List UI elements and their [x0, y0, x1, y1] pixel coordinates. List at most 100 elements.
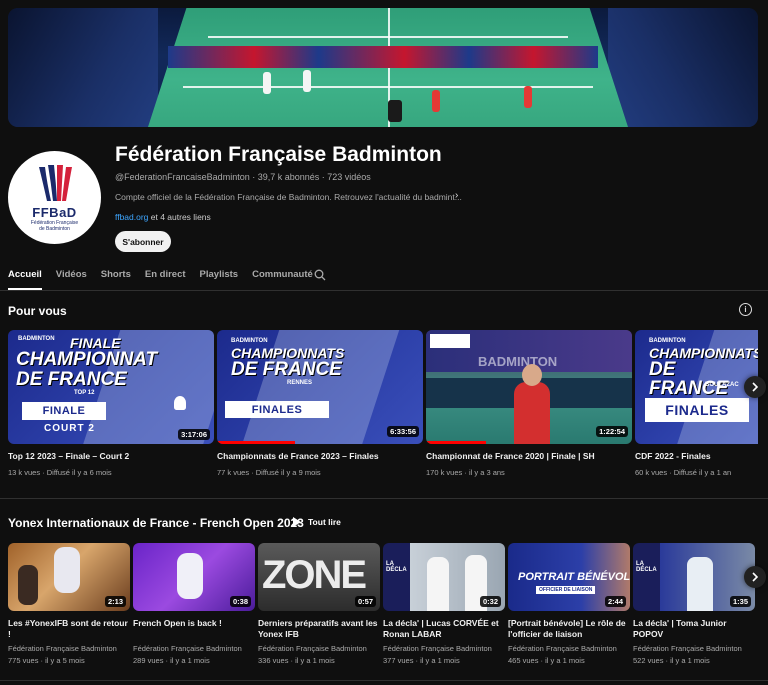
video-title[interactable]: Championnats de France 2023 – Finales [217, 451, 423, 462]
video-stats: 60 k vues · Diffusé il y a 1 an [635, 468, 732, 477]
video-card[interactable]: ZONE 0:57 Derniers préparatifs avant les… [258, 543, 380, 665]
video-thumbnail[interactable]: BADMINTON 1:22:54 [426, 330, 632, 444]
video-thumbnail[interactable]: ZONE 0:57 [258, 543, 380, 611]
thumb-text: LA DÉCLA [636, 561, 657, 573]
video-stats: 377 vues · il y a 1 mois [383, 656, 460, 665]
ffbad-logo-icon [38, 165, 72, 201]
video-title[interactable]: La décla' | Lucas CORVÉE et Ronan LABAR [383, 618, 505, 640]
channel-tabs: Accueil Vidéos Shorts En direct Playlist… [8, 268, 327, 290]
info-icon[interactable]: i [739, 303, 752, 316]
chevron-right-icon[interactable]: › [455, 190, 458, 201]
section-divider [0, 498, 768, 499]
video-duration: 2:44 [604, 596, 626, 607]
video-card[interactable]: BADMINTON CHAMPIONNATS DE FRANCE RENNES … [217, 330, 423, 477]
video-card[interactable]: PORTRAIT BÉNÉVOLE OFFICIER DE LIAISON 2:… [508, 543, 630, 665]
thumb-subtext: COURT 2 [44, 423, 95, 434]
section-divider [0, 680, 768, 681]
channel-link-main[interactable]: ffbad.org [115, 212, 148, 222]
video-title[interactable]: Les #YonexIFB sont de retour ! [8, 618, 130, 640]
thumb-subtext: OFFICIER DE LIAISON [536, 586, 596, 594]
video-channel[interactable]: Fédération Française Badminton [133, 644, 255, 653]
channel-avatar[interactable]: FFBaD Fédération Française de Badminton [8, 151, 101, 244]
thumb-brand: BADMINTON [478, 354, 558, 369]
banner-player [303, 70, 311, 92]
video-stats: 77 k vues · Diffusé il y a 9 mois [217, 468, 321, 477]
video-title[interactable]: CDF 2022 - Finales [635, 451, 758, 462]
video-duration: 6:33:56 [387, 426, 419, 437]
channel-banner [8, 8, 758, 127]
video-thumbnail[interactable]: BADMINTON FINALE CHAMPIONNAT DE FRANCE T… [8, 330, 214, 444]
thumb-player [514, 382, 550, 444]
video-channel[interactable]: Fédération Française Badminton [508, 644, 630, 653]
video-title[interactable]: French Open is back ! [133, 618, 255, 640]
shuttlecock-icon [174, 396, 186, 410]
thumb-text: PORTRAIT BÉNÉVOLE [518, 571, 630, 583]
thumb-mascot [177, 553, 203, 599]
tabs-divider [0, 290, 768, 291]
play-all-button[interactable]: Tout lire [293, 517, 341, 527]
video-card[interactable]: BADMINTON CHAMPIONNATS DE FRANCE BOULAZA… [635, 330, 758, 477]
banner-stand-left [8, 8, 158, 127]
video-title[interactable]: Top 12 2023 – Finale – Court 2 [8, 451, 214, 462]
chevron-right-icon [752, 572, 759, 582]
thumb-person [18, 565, 38, 605]
thumb-label-box: FINALES [225, 401, 329, 418]
section-title-pour-vous: Pour vous [8, 304, 67, 318]
banner-player [524, 86, 532, 108]
thumb-player-head [522, 364, 542, 386]
video-channel[interactable]: Fédération Française Badminton [633, 644, 755, 653]
tab-shorts[interactable]: Shorts [101, 268, 131, 290]
video-thumbnail[interactable]: LA DÉCLA 1:35 [633, 543, 755, 611]
tab-accueil[interactable]: Accueil [8, 268, 42, 290]
carousel-next-button[interactable] [744, 566, 766, 588]
video-card[interactable]: LA DÉCLA 1:35 La décla' | Toma Junior PO… [633, 543, 755, 665]
tab-en-direct[interactable]: En direct [145, 268, 186, 290]
play-icon [293, 517, 301, 527]
channel-description[interactable]: Compte officiel de la Fédération Françai… [115, 192, 462, 202]
video-card[interactable]: BADMINTON FINALE CHAMPIONNAT DE FRANCE T… [8, 330, 214, 477]
chevron-right-icon [752, 382, 759, 392]
video-channel[interactable]: Fédération Française Badminton [383, 644, 505, 653]
banner-ad-board [168, 46, 598, 68]
tab-playlists[interactable]: Playlists [200, 268, 239, 290]
channel-links[interactable]: ffbad.org et 4 autres liens [115, 212, 211, 222]
video-thumbnail[interactable]: LA DÉCLA 0:32 [383, 543, 505, 611]
carousel-next-button[interactable] [744, 376, 766, 398]
video-title[interactable]: Derniers préparatifs avant les Yonex IFB [258, 618, 380, 640]
video-thumbnail[interactable]: BADMINTON CHAMPIONNATS DE FRANCE RENNES … [217, 330, 423, 444]
subscribe-button[interactable]: S'abonner [115, 231, 171, 252]
video-thumbnail[interactable]: BADMINTON CHAMPIONNATS DE FRANCE BOULAZA… [635, 330, 758, 444]
watch-progress-bar [426, 441, 486, 444]
video-duration: 0:38 [229, 596, 251, 607]
video-title[interactable]: La décla' | Toma Junior POPOV [633, 618, 755, 640]
section-title-playlist[interactable]: Yonex Internationaux de France - French … [8, 516, 304, 530]
banner-player [263, 72, 271, 94]
video-card[interactable]: 0:38 French Open is back ! Fédération Fr… [133, 543, 255, 665]
thumb-player [427, 557, 449, 611]
video-title[interactable]: Championnat de France 2020 | Finale | SH [426, 451, 632, 462]
video-card[interactable]: BADMINTON 1:22:54 Championnat de France … [426, 330, 632, 477]
tab-communaute[interactable]: Communauté [252, 268, 313, 290]
video-duration: 2:13 [104, 596, 126, 607]
thumb-label-box: FINALES [645, 398, 749, 422]
video-thumbnail[interactable]: 2:13 [8, 543, 130, 611]
video-title[interactable]: [Portrait bénévole] Le rôle de l'officie… [508, 618, 630, 640]
video-duration: 3:17:06 [178, 429, 210, 440]
thumb-text: LA DÉCLA [386, 561, 407, 573]
video-channel[interactable]: Fédération Française Badminton [8, 644, 130, 653]
thumb-text: DE FRANCE [231, 359, 342, 380]
video-stats: 522 vues · il y a 1 mois [633, 656, 710, 665]
search-icon[interactable] [314, 269, 326, 281]
channel-title: Fédération Française Badminton [115, 143, 442, 166]
tab-videos[interactable]: Vidéos [56, 268, 87, 290]
video-card[interactable]: LA DÉCLA 0:32 La décla' | Lucas CORVÉE e… [383, 543, 505, 665]
video-thumbnail[interactable]: 0:38 [133, 543, 255, 611]
scoreboard [430, 334, 470, 348]
channel-link-more[interactable]: et 4 autres liens [148, 212, 211, 222]
video-stats: 289 vues · il y a 1 mois [133, 656, 210, 665]
video-duration: 0:57 [354, 596, 376, 607]
video-card[interactable]: 2:13 Les #YonexIFB sont de retour ! Fédé… [8, 543, 130, 665]
video-channel[interactable]: Fédération Française Badminton [258, 644, 380, 653]
video-thumbnail[interactable]: PORTRAIT BÉNÉVOLE OFFICIER DE LIAISON 2:… [508, 543, 630, 611]
thumb-text: DE FRANCE [649, 359, 729, 399]
